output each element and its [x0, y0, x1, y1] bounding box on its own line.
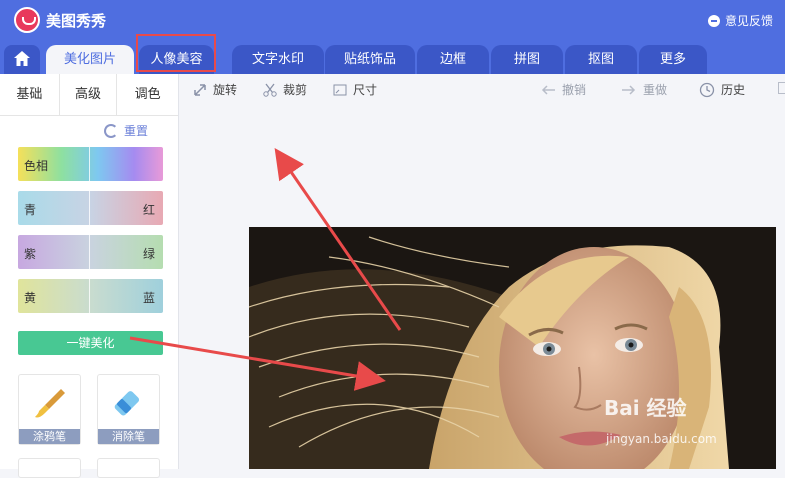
- annotation-arrows: [129, 148, 402, 391]
- annotation-arrow-up: [274, 148, 402, 331]
- annotation-arrow-right: [129, 336, 386, 391]
